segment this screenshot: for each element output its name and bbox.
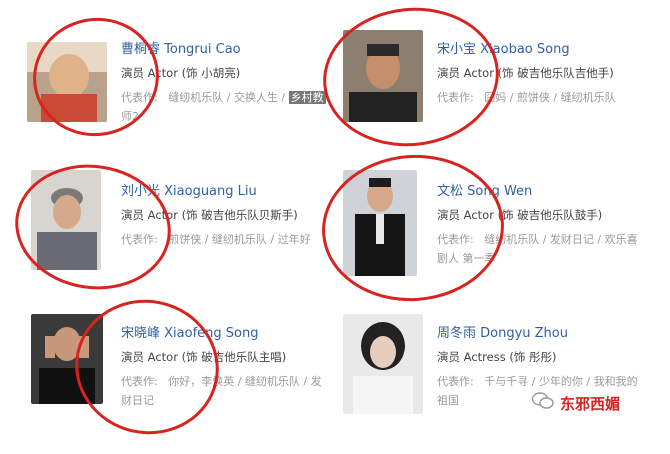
actor-name-3[interactable]: 刘小光 Xiaoguang Liu bbox=[121, 180, 257, 199]
actor-name-5[interactable]: 宋晓峰 Xiaofeng Song bbox=[121, 322, 258, 341]
works-label: 代表作: bbox=[121, 91, 158, 104]
actor-works-5: 代表作: 你好，李焕英 / 缝纫机乐队 / 发 财日记 bbox=[121, 372, 336, 410]
actress-portrait-image bbox=[343, 314, 423, 414]
actor-photo-1[interactable] bbox=[27, 42, 107, 122]
actor-photo-4[interactable] bbox=[343, 170, 417, 276]
works-list-cont: 剧人 第一季 bbox=[437, 252, 496, 265]
works-list-cont: 祖国 bbox=[437, 394, 459, 407]
actor-portrait-image bbox=[343, 30, 423, 122]
actor-card-2[interactable]: 宋小宝 Xiaobao Song 演员 Actor (饰 破吉他乐队吉他手) 代… bbox=[343, 30, 663, 170]
selected-text-highlight: 乡村教 bbox=[288, 91, 326, 104]
works-label: 代表作: bbox=[121, 375, 158, 388]
child-portrait-image bbox=[27, 42, 107, 122]
actor-photo-2[interactable] bbox=[343, 30, 423, 122]
actor-photo-5[interactable] bbox=[31, 314, 103, 404]
actor-works-3: 代表作: 煎饼侠 / 缝纫机乐队 / 过年好 bbox=[121, 230, 336, 249]
actor-name-4[interactable]: 文松 Song Wen bbox=[437, 180, 532, 199]
works-list-cont: 财日记 bbox=[121, 394, 154, 407]
actor-card-3[interactable]: 刘小光 Xiaoguang Liu 演员 Actor (饰 破吉他乐队贝斯手) … bbox=[31, 170, 351, 310]
actor-photo-3[interactable] bbox=[31, 170, 101, 270]
works-list: 煎饼侠 / 缝纫机乐队 / 过年好 bbox=[168, 233, 311, 246]
actor-role-4: 演员 Actor (饰 破吉他乐队鼓手) bbox=[437, 208, 603, 222]
actor-portrait-image bbox=[31, 314, 103, 404]
actor-card-4[interactable]: 文松 Song Wen 演员 Actor (饰 破吉他乐队鼓手) 代表作: 缝纫… bbox=[343, 170, 663, 310]
wechat-icon bbox=[531, 392, 554, 414]
actor-name-6[interactable]: 周冬雨 Dongyu Zhou bbox=[437, 322, 568, 341]
actor-role-1: 演员 Actor (饰 小胡亮) bbox=[121, 66, 241, 80]
actor-card-6[interactable]: 周冬雨 Dongyu Zhou 演员 Actress (饰 彤彤) 代表作: 千… bbox=[343, 314, 663, 454]
actor-works-2: 代表作: 囧妈 / 煎饼侠 / 缝纫机乐队 bbox=[437, 88, 652, 107]
actor-portrait-image bbox=[343, 170, 417, 276]
works-list: 千与千寻 / 少年的你 / 我和我的 bbox=[484, 375, 638, 388]
watermark: 东邪西媚 bbox=[531, 392, 621, 414]
actor-name-2[interactable]: 宋小宝 Xiaobao Song bbox=[437, 38, 570, 57]
actor-role-6: 演员 Actress (饰 彤彤) bbox=[437, 350, 557, 364]
works-list: 你好，李焕英 / 缝纫机乐队 / 发 bbox=[168, 375, 322, 388]
works-label: 代表作: bbox=[121, 233, 158, 246]
works-list-cont: 师2 bbox=[121, 110, 139, 123]
works-list: 缝纫机乐队 / 发财日记 / 欢乐喜 bbox=[484, 233, 638, 246]
actor-portrait-image bbox=[31, 170, 101, 270]
actor-card-5[interactable]: 宋晓峰 Xiaofeng Song 演员 Actor (饰 破吉他乐队主唱) 代… bbox=[31, 314, 351, 454]
works-list: 囧妈 / 煎饼侠 / 缝纫机乐队 bbox=[484, 91, 616, 104]
works-list: 缝纫机乐队 / 交换人生 / 乡村教 bbox=[168, 91, 326, 104]
actor-works-4: 代表作: 缝纫机乐队 / 发财日记 / 欢乐喜 剧人 第一季 bbox=[437, 230, 652, 268]
works-label: 代表作: bbox=[437, 233, 474, 246]
actor-role-3: 演员 Actor (饰 破吉他乐队贝斯手) bbox=[121, 208, 298, 222]
actor-card-1[interactable]: 曹桐睿 Tongrui Cao 演员 Actor (饰 小胡亮) 代表作: 缝纫… bbox=[27, 42, 347, 182]
actor-photo-6[interactable] bbox=[343, 314, 423, 414]
actor-works-1: 代表作: 缝纫机乐队 / 交换人生 / 乡村教 师2 bbox=[121, 88, 336, 126]
actor-role-2: 演员 Actor (饰 破吉他乐队吉他手) bbox=[437, 66, 614, 80]
works-label: 代表作: bbox=[437, 375, 474, 388]
actor-name-1[interactable]: 曹桐睿 Tongrui Cao bbox=[121, 38, 241, 57]
watermark-text: 东邪西媚 bbox=[560, 394, 621, 413]
works-label: 代表作: bbox=[437, 91, 474, 104]
actor-role-5: 演员 Actor (饰 破吉他乐队主唱) bbox=[121, 350, 287, 364]
